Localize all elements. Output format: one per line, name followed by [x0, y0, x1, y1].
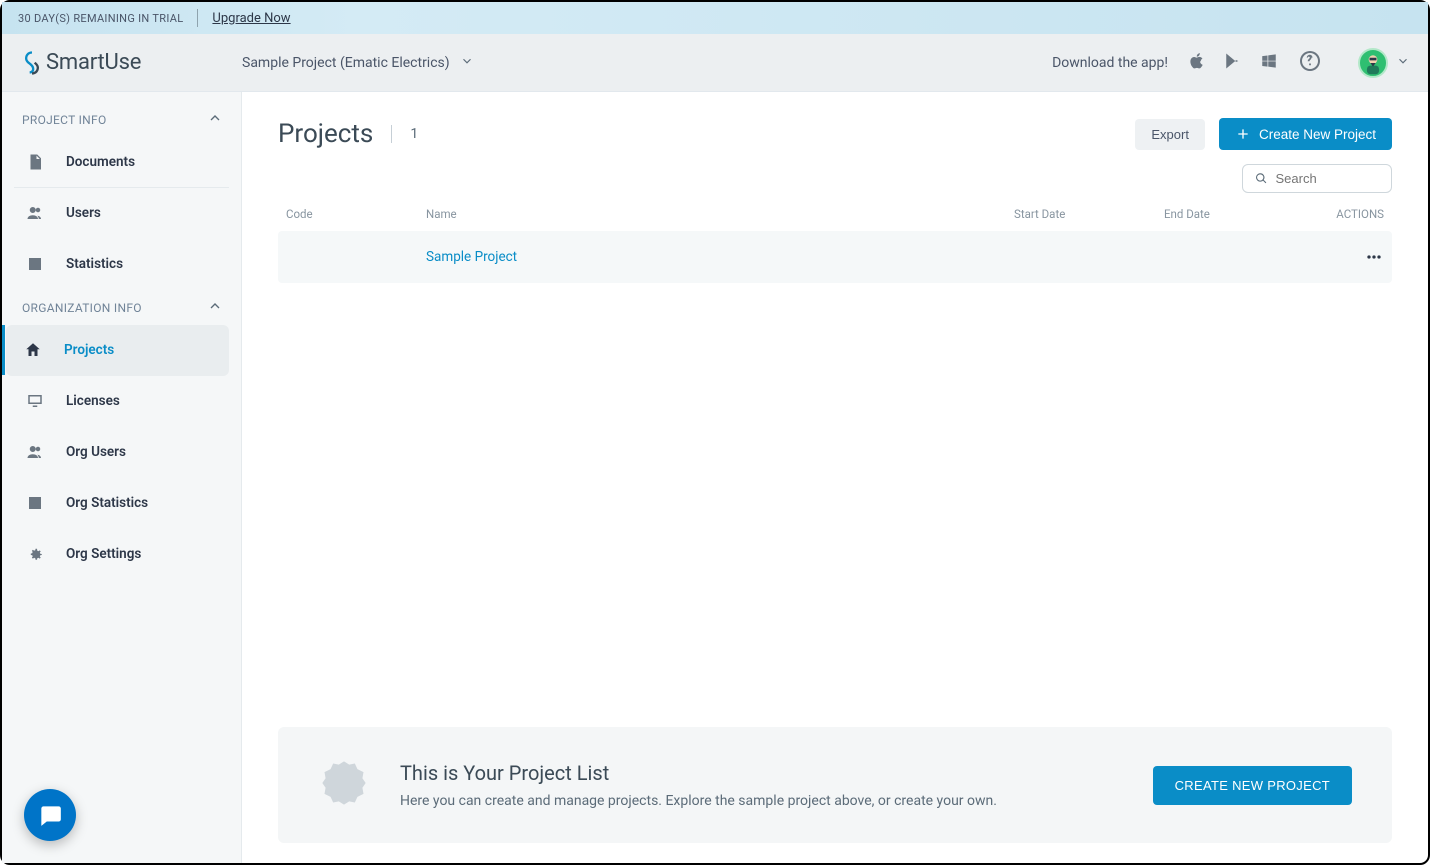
sidebar-item-documents[interactable]: Documents	[14, 137, 229, 188]
sidebar-item-label: Licenses	[66, 393, 120, 409]
section-label: PROJECT INFO	[22, 113, 107, 127]
logo[interactable]: SmartUse	[18, 49, 242, 77]
chat-launcher[interactable]	[24, 789, 76, 841]
brand-text: SmartUse	[46, 50, 141, 75]
chevron-down-icon	[1396, 53, 1410, 72]
plus-icon	[1235, 126, 1251, 142]
house-icon	[24, 341, 42, 359]
info-title: This is Your Project List	[400, 761, 997, 785]
divider	[391, 125, 392, 143]
upgrade-now-link[interactable]: Upgrade Now	[212, 11, 290, 26]
users-icon	[26, 204, 44, 222]
projects-count: 1	[410, 126, 418, 142]
main-content: Projects 1 Export Create New Project Cod…	[242, 92, 1428, 863]
chat-icon	[37, 802, 63, 828]
button-label: Create New Project	[1259, 127, 1376, 142]
sidebar-section-project-info[interactable]: PROJECT INFO	[2, 102, 241, 137]
project-selector[interactable]: Sample Project (Ematic Electrics)	[242, 54, 474, 72]
avatar	[1358, 48, 1388, 78]
sidebar-item-label: Statistics	[66, 256, 123, 272]
row-actions-button[interactable]	[1304, 247, 1384, 267]
page-title: Projects	[278, 119, 373, 149]
users-icon	[26, 443, 44, 461]
create-new-project-cta-button[interactable]: CREATE NEW PROJECT	[1153, 766, 1352, 805]
info-body: Here you can create and manage projects.…	[400, 793, 997, 809]
topbar: SmartUse Sample Project (Ematic Electric…	[2, 34, 1428, 92]
logo-icon	[18, 49, 46, 77]
info-badge-icon	[318, 757, 370, 813]
cell-name[interactable]: Sample Project	[426, 249, 1014, 265]
sidebar-item-org-users[interactable]: Org Users	[2, 427, 241, 478]
table-header: Code Name Start Date End Date ACTIONS	[278, 193, 1392, 231]
sidebar-item-projects[interactable]: Projects	[6, 325, 229, 376]
export-button[interactable]: Export	[1135, 119, 1205, 150]
sidebar-item-label: Projects	[64, 342, 114, 358]
trial-banner: 30 DAY(S) REMAINING IN TRIAL Upgrade Now	[2, 2, 1428, 34]
download-app-label: Download the app!	[1052, 55, 1168, 71]
divider	[197, 9, 198, 27]
search-input-wrap[interactable]	[1242, 164, 1392, 193]
sidebar-item-org-settings[interactable]: Org Settings	[2, 529, 241, 580]
sidebar-item-label: Users	[66, 205, 101, 221]
more-icon	[1364, 247, 1384, 267]
google-play-icon[interactable]	[1224, 52, 1242, 74]
col-header-name: Name	[426, 207, 1014, 221]
sidebar-item-label: Org Statistics	[66, 495, 148, 511]
search-icon	[1255, 171, 1268, 186]
windows-icon[interactable]	[1260, 52, 1278, 74]
sidebar-item-label: Org Settings	[66, 546, 141, 562]
project-selector-label: Sample Project (Ematic Electrics)	[242, 55, 450, 71]
help-icon[interactable]	[1298, 49, 1322, 77]
info-banner: This is Your Project List Here you can c…	[278, 727, 1392, 843]
trial-remaining-text: 30 DAY(S) REMAINING IN TRIAL	[18, 12, 183, 25]
sidebar-section-org-info[interactable]: ORGANIZATION INFO	[2, 290, 241, 325]
sidebar-item-licenses[interactable]: Licenses	[2, 376, 241, 427]
sidebar-item-label: Documents	[66, 154, 135, 170]
sidebar-item-org-statistics[interactable]: Org Statistics	[2, 478, 241, 529]
user-menu[interactable]	[1358, 48, 1410, 78]
sidebar: PROJECT INFO Documents Users Statistics …	[2, 92, 242, 863]
create-new-project-button[interactable]: Create New Project	[1219, 118, 1392, 150]
monitor-icon	[26, 392, 44, 410]
table-row[interactable]: Sample Project	[278, 231, 1392, 283]
section-label: ORGANIZATION INFO	[22, 301, 142, 315]
chart-icon	[26, 494, 44, 512]
col-header-actions: ACTIONS	[1304, 207, 1384, 221]
sidebar-item-label: Org Users	[66, 444, 126, 460]
apple-icon[interactable]	[1188, 52, 1206, 74]
sidebar-item-users[interactable]: Users	[2, 188, 241, 239]
col-header-start: Start Date	[1014, 207, 1164, 221]
document-icon	[26, 153, 44, 171]
chevron-up-icon	[207, 110, 223, 129]
chart-icon	[26, 255, 44, 273]
chevron-down-icon	[460, 54, 474, 72]
search-input[interactable]	[1276, 171, 1379, 186]
gear-icon	[26, 545, 44, 563]
col-header-end: End Date	[1164, 207, 1304, 221]
sidebar-item-statistics[interactable]: Statistics	[2, 239, 241, 290]
col-header-code: Code	[286, 207, 426, 221]
chevron-up-icon	[207, 298, 223, 317]
